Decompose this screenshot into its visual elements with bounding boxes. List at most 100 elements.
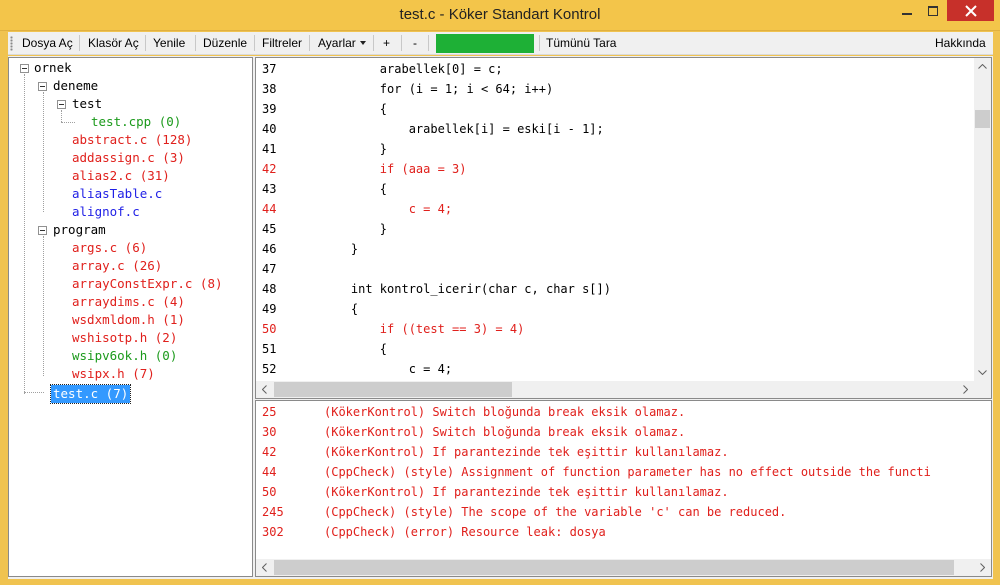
scroll-up-button[interactable] <box>974 58 991 75</box>
collapse-toggle-icon[interactable] <box>38 226 47 235</box>
message-line-number: 302 <box>262 525 284 539</box>
tree-node-wsdxmldom-h[interactable]: wsdxmldom.h (1) <box>72 311 185 329</box>
tree-node-array-c[interactable]: array.c (26) <box>72 257 162 275</box>
toolbar-separator <box>539 35 540 51</box>
code-line[interactable]: 52 c = 4; <box>256 359 956 379</box>
line-number: 37 <box>262 62 277 76</box>
message-text: (CppCheck) (style) The scope of the vari… <box>324 505 787 519</box>
code-line[interactable]: 51 { <box>256 339 956 359</box>
code-line[interactable]: 37 arabellek[0] = c; <box>256 59 956 79</box>
file-tree[interactable]: ornek deneme test test.cpp (0) abstract.… <box>8 57 253 577</box>
collapse-toggle-icon[interactable] <box>20 64 29 73</box>
code-line[interactable]: 46 } <box>256 239 956 259</box>
code-text: } <box>322 142 388 156</box>
open-folder-button[interactable]: Klasör Aç <box>88 36 139 51</box>
line-number: 52 <box>262 362 277 376</box>
tree-node-alignof-c[interactable]: alignof.c <box>72 203 140 221</box>
code-line[interactable]: 38 for (i = 1; i < 64; i++) <box>256 79 956 99</box>
line-number: 51 <box>262 342 277 356</box>
code-text: if (aaa = 3) <box>322 162 467 176</box>
scroll-left-button[interactable] <box>256 559 273 576</box>
refresh-button[interactable]: Yenile <box>153 36 185 51</box>
message-row[interactable]: 302 (CppCheck) (error) Resource leak: dos… <box>256 522 991 542</box>
code-line[interactable]: 41 } <box>256 139 956 159</box>
line-number: 42 <box>262 162 277 176</box>
messages-panel[interactable]: 25 (KökerKontrol) Switch bloğunda break e… <box>255 400 992 577</box>
chevron-down-icon <box>978 370 987 375</box>
tree-node-args-c[interactable]: args.c (6) <box>72 239 147 257</box>
line-number: 45 <box>262 222 277 236</box>
close-button[interactable] <box>947 0 994 21</box>
maximize-button[interactable] <box>920 0 946 21</box>
tree-node-test-folder[interactable]: test <box>72 95 102 113</box>
code-line[interactable]: 42 if (aaa = 3) <box>256 159 956 179</box>
tree-node-wsipx-h[interactable]: wsipx.h (7) <box>72 365 155 383</box>
edit-button[interactable]: Düzenle <box>203 36 247 51</box>
tree-node-test-cpp[interactable]: test.cpp (0) <box>91 113 181 131</box>
settings-dropdown[interactable]: Ayarlar <box>318 36 366 51</box>
line-number: 50 <box>262 322 277 336</box>
code-line[interactable]: 40 arabellek[i] = eski[i - 1]; <box>256 119 956 139</box>
scan-all-button[interactable]: Tümünü Tara <box>546 36 616 51</box>
code-horizontal-scrollbar[interactable] <box>256 381 974 398</box>
vertical-scroll-thumb[interactable] <box>975 110 990 128</box>
message-line-number: 245 <box>262 505 284 519</box>
line-number: 43 <box>262 182 277 196</box>
status-indicator <box>436 34 534 53</box>
tree-node-arrayconstexpr-c[interactable]: arrayConstExpr.c (8) <box>72 275 223 293</box>
tree-node-test-c-selected[interactable]: test.c (7) <box>49 384 132 404</box>
messages-horizontal-scrollbar[interactable] <box>256 559 991 576</box>
code-line[interactable]: 47 <box>256 259 956 279</box>
line-number: 39 <box>262 102 277 116</box>
scroll-right-button[interactable] <box>957 381 974 398</box>
about-button[interactable]: Hakkında <box>935 36 986 51</box>
code-line[interactable]: 49 { <box>256 299 956 319</box>
line-number: 49 <box>262 302 277 316</box>
horizontal-scroll-thumb[interactable] <box>274 382 512 397</box>
tree-node-arraydims-c[interactable]: arraydims.c (4) <box>72 293 185 311</box>
minimize-button[interactable] <box>894 0 920 21</box>
message-row[interactable]: 30 (KökerKontrol) Switch bloğunda break e… <box>256 422 991 442</box>
code-line[interactable]: 45 } <box>256 219 956 239</box>
tree-node-aliastable-c[interactable]: aliasTable.c <box>72 185 162 203</box>
collapse-toggle-icon[interactable] <box>38 82 47 91</box>
message-row[interactable]: 50 (KökerKontrol) If parantezinde tek eşi… <box>256 482 991 502</box>
collapse-toggle-icon[interactable] <box>57 100 66 109</box>
tree-node-abstract-c[interactable]: abstract.c (128) <box>72 131 192 149</box>
code-line[interactable]: 39 { <box>256 99 956 119</box>
message-row[interactable]: 25 (KökerKontrol) Switch bloğunda break e… <box>256 402 991 422</box>
code-editor[interactable]: 37 arabellek[0] = c; 38 for (i = 1; i < 6… <box>255 57 992 399</box>
scroll-down-button[interactable] <box>974 364 991 381</box>
scroll-right-button[interactable] <box>974 559 991 576</box>
tree-node-wsipv6ok-h[interactable]: wsipv6ok.h (0) <box>72 347 177 365</box>
message-row[interactable]: 44 (CppCheck) (style) Assignment of funct… <box>256 462 991 482</box>
scrollbar-corner <box>974 381 991 398</box>
tree-node-program[interactable]: program <box>53 221 106 239</box>
horizontal-scroll-thumb[interactable] <box>274 560 954 575</box>
code-text: } <box>322 222 388 236</box>
tree-node-wshisotp-h[interactable]: wshisotp.h (2) <box>72 329 177 347</box>
message-line-number: 44 <box>262 465 277 479</box>
open-file-button[interactable]: Dosya Aç <box>22 36 73 51</box>
toolbar-separator <box>79 35 80 51</box>
code-vertical-scrollbar[interactable] <box>974 58 991 381</box>
tree-node-root[interactable]: ornek <box>34 59 72 77</box>
tree-node-addassign-c[interactable]: addassign.c (3) <box>72 149 185 167</box>
zoom-out-button[interactable]: - <box>413 36 417 51</box>
filters-button[interactable]: Filtreler <box>262 36 302 51</box>
minimize-icon <box>902 12 912 15</box>
toolbar-separator <box>309 35 310 51</box>
toolbar-grip[interactable] <box>10 36 13 51</box>
scroll-left-button[interactable] <box>256 381 273 398</box>
tree-node-deneme[interactable]: deneme <box>53 77 98 95</box>
code-line[interactable]: 43 { <box>256 179 956 199</box>
message-row[interactable]: 245 (CppCheck) (style) The scope of the v… <box>256 502 991 522</box>
code-line[interactable]: 48 int kontrol_icerir(char c, char s[]) <box>256 279 956 299</box>
tree-node-alias2-c[interactable]: alias2.c (31) <box>72 167 170 185</box>
zoom-in-button[interactable]: + <box>383 36 390 51</box>
code-line[interactable]: 44 c = 4; <box>256 199 956 219</box>
code-text: c = 4; <box>322 202 453 216</box>
line-number: 47 <box>262 262 277 276</box>
message-row[interactable]: 42 (KökerKontrol) If parantezinde tek eşi… <box>256 442 991 462</box>
code-line[interactable]: 50 if ((test == 3) = 4) <box>256 319 956 339</box>
